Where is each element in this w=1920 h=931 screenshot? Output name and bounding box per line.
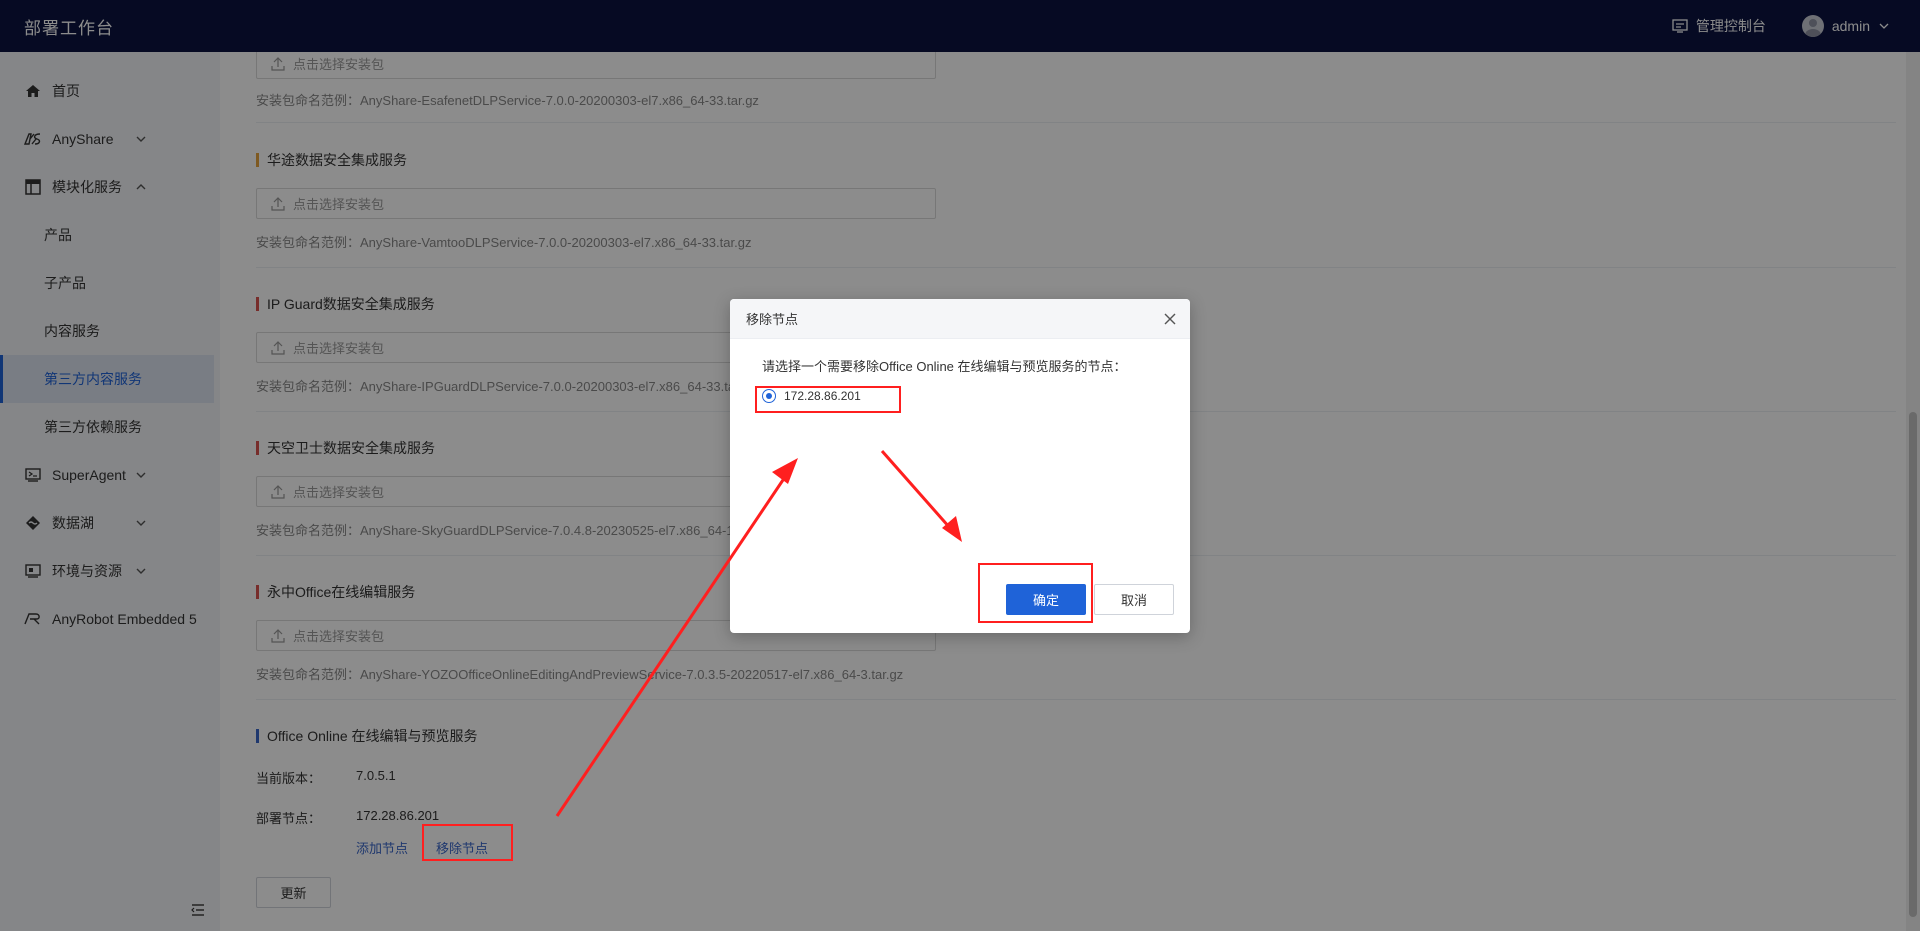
close-icon[interactable] [1162, 311, 1178, 327]
dialog-header: 移除节点 [730, 299, 1190, 339]
remove-node-dialog: 移除节点 请选择一个需要移除Office Online 在线编辑与预览服务的节点… [730, 299, 1190, 633]
dialog-title: 移除节点 [746, 312, 799, 327]
cancel-button[interactable]: 取消 [1094, 584, 1174, 615]
annotation-box-option [755, 386, 901, 413]
annotation-box-remove-link [422, 824, 513, 861]
annotation-box-confirm [978, 563, 1093, 623]
dialog-description: 请选择一个需要移除Office Online 在线编辑与预览服务的节点： [762, 359, 1127, 374]
